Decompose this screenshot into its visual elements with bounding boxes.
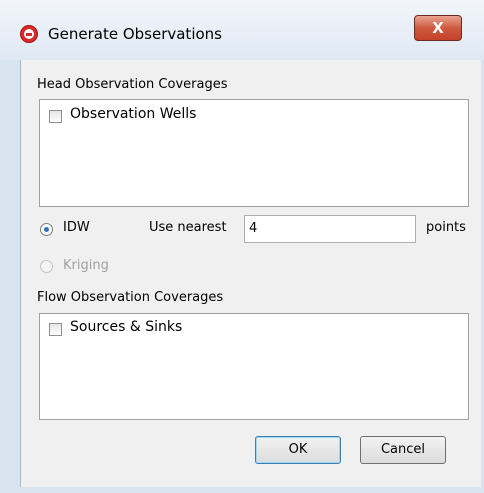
kriging-radio[interactable]: [40, 260, 53, 273]
title-bar[interactable]: Generate Observations X: [0, 0, 484, 60]
sources-sinks-label: Sources & Sinks: [70, 319, 183, 335]
observation-wells-checkbox[interactable]: [49, 110, 62, 123]
window-title: Generate Observations: [48, 25, 222, 43]
observation-wells-label: Observation Wells: [70, 106, 197, 122]
kriging-label: Kriging: [63, 258, 109, 273]
flow-coverages-list[interactable]: Sources & Sinks: [39, 313, 469, 420]
window-frame-left: [0, 60, 20, 493]
sources-sinks-checkbox[interactable]: [49, 323, 62, 336]
head-observation-coverages-label: Head Observation Coverages: [37, 77, 228, 92]
idw-label: IDW: [63, 220, 90, 235]
flow-observation-coverages-label: Flow Observation Coverages: [37, 290, 224, 305]
cancel-button[interactable]: Cancel: [360, 436, 446, 464]
generate-observations-dialog: Generate Observations X Head Observation…: [0, 0, 484, 493]
idw-radio[interactable]: [40, 223, 53, 236]
points-label: points: [426, 220, 466, 235]
window-frame-bottom: [0, 487, 484, 493]
use-nearest-label: Use nearest: [149, 220, 227, 235]
close-button[interactable]: X: [414, 15, 462, 41]
ok-button[interactable]: OK: [255, 436, 341, 464]
head-coverages-list[interactable]: Observation Wells: [39, 99, 469, 207]
app-icon: [20, 25, 38, 43]
nearest-points-input[interactable]: 4: [244, 215, 416, 243]
dialog-body: Head Observation Coverages Observation W…: [20, 60, 481, 490]
